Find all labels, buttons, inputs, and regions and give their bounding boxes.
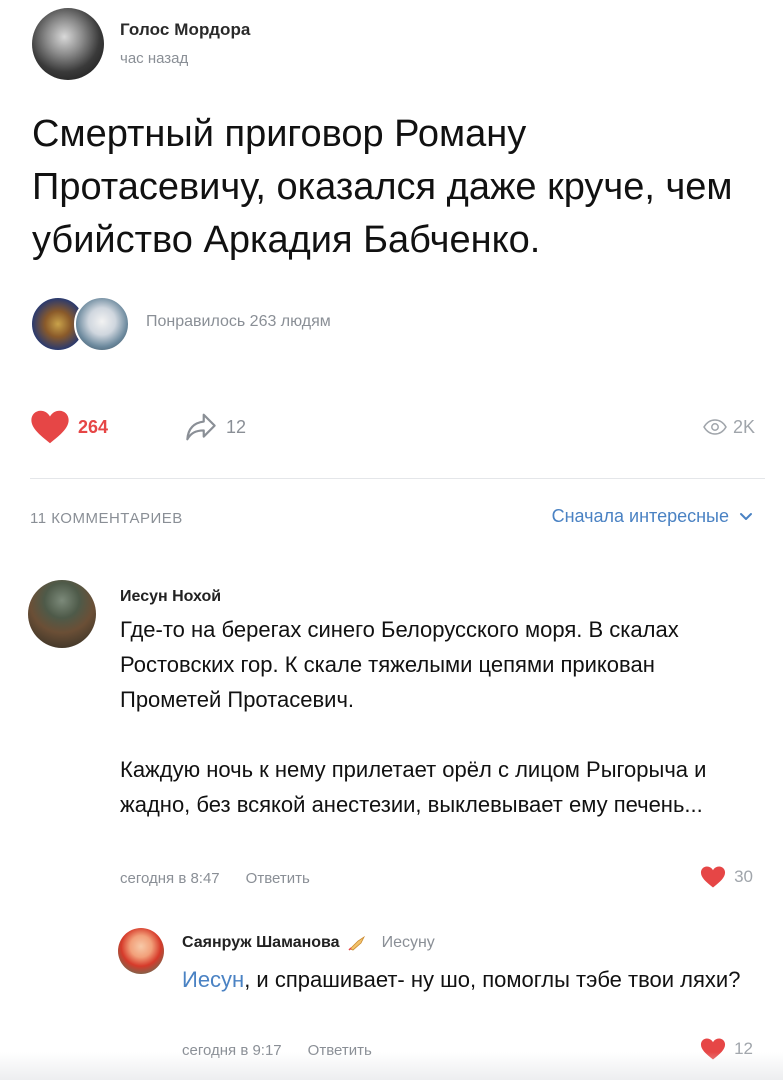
post-time: час назад (120, 50, 189, 67)
post-author-name[interactable]: Голос Мордора (120, 20, 251, 40)
comment-body: , и спрашивает- ну шо, помоглы тэбе твои… (244, 967, 741, 992)
share-count: 12 (226, 416, 247, 437)
comment-text: Иесун, и спрашивает- ну шо, помоглы тэбе… (182, 962, 762, 997)
heart-icon (31, 410, 69, 444)
mention-link[interactable]: Иесун (182, 967, 244, 992)
comments-count: 11 КОММЕНТАРИЕВ (30, 510, 183, 527)
comment-author[interactable]: Саянруж Шаманова (182, 934, 340, 952)
bottom-fade (0, 1052, 783, 1080)
heart-icon (701, 866, 726, 888)
comment-avatar[interactable] (118, 928, 164, 974)
comment-meta: сегодня в 8:47 Ответить (120, 870, 310, 887)
comment-author-row: Саянруж Шаманова Иесуну (182, 934, 435, 952)
chevron-down-icon (740, 512, 752, 520)
heart-icon (701, 1038, 726, 1060)
divider (30, 478, 765, 479)
author-avatar[interactable] (32, 8, 104, 80)
comment-like-button[interactable]: 12 (700, 1038, 753, 1060)
comment-time: сегодня в 9:17 (182, 1042, 282, 1059)
comment-like-count: 12 (734, 1039, 753, 1058)
comment-author[interactable]: Иесун Нохой (120, 588, 221, 606)
comment-avatar[interactable] (28, 580, 96, 648)
liked-by-text[interactable]: Понравилось 263 людям (146, 313, 331, 331)
reply-button[interactable]: Ответить (246, 870, 310, 887)
comment-like-count: 30 (734, 867, 753, 886)
comment-like-button[interactable]: 30 (700, 866, 753, 888)
reply-to-label[interactable]: Иесуну (382, 934, 435, 952)
comment-text: Где-то на берегах синего Белорусского мо… (120, 612, 760, 822)
share-icon (186, 413, 216, 441)
like-count: 264 (78, 416, 109, 437)
reply-button[interactable]: Ответить (308, 1042, 372, 1059)
comment-time: сегодня в 8:47 (120, 870, 220, 887)
comment-paragraph: Каждую ночь к нему прилетает орёл с лицо… (120, 757, 707, 817)
sort-dropdown[interactable]: Сначала интересные (552, 506, 753, 527)
views-count: 2K (732, 416, 755, 437)
share-button[interactable]: 12 (184, 410, 246, 444)
rocket-icon (348, 935, 365, 951)
views-counter: 2K (703, 410, 755, 444)
like-button[interactable]: 264 (30, 410, 108, 444)
comment-paragraph: Где-то на берегах синего Белорусского мо… (120, 617, 679, 712)
comment-meta: сегодня в 9:17 Ответить (182, 1042, 372, 1059)
sort-label: Сначала интересные (551, 506, 729, 526)
post-text: Смертный приговор Роману Протасевичу, ок… (32, 113, 733, 261)
eye-icon (703, 419, 727, 435)
liker-avatar[interactable] (74, 296, 130, 352)
